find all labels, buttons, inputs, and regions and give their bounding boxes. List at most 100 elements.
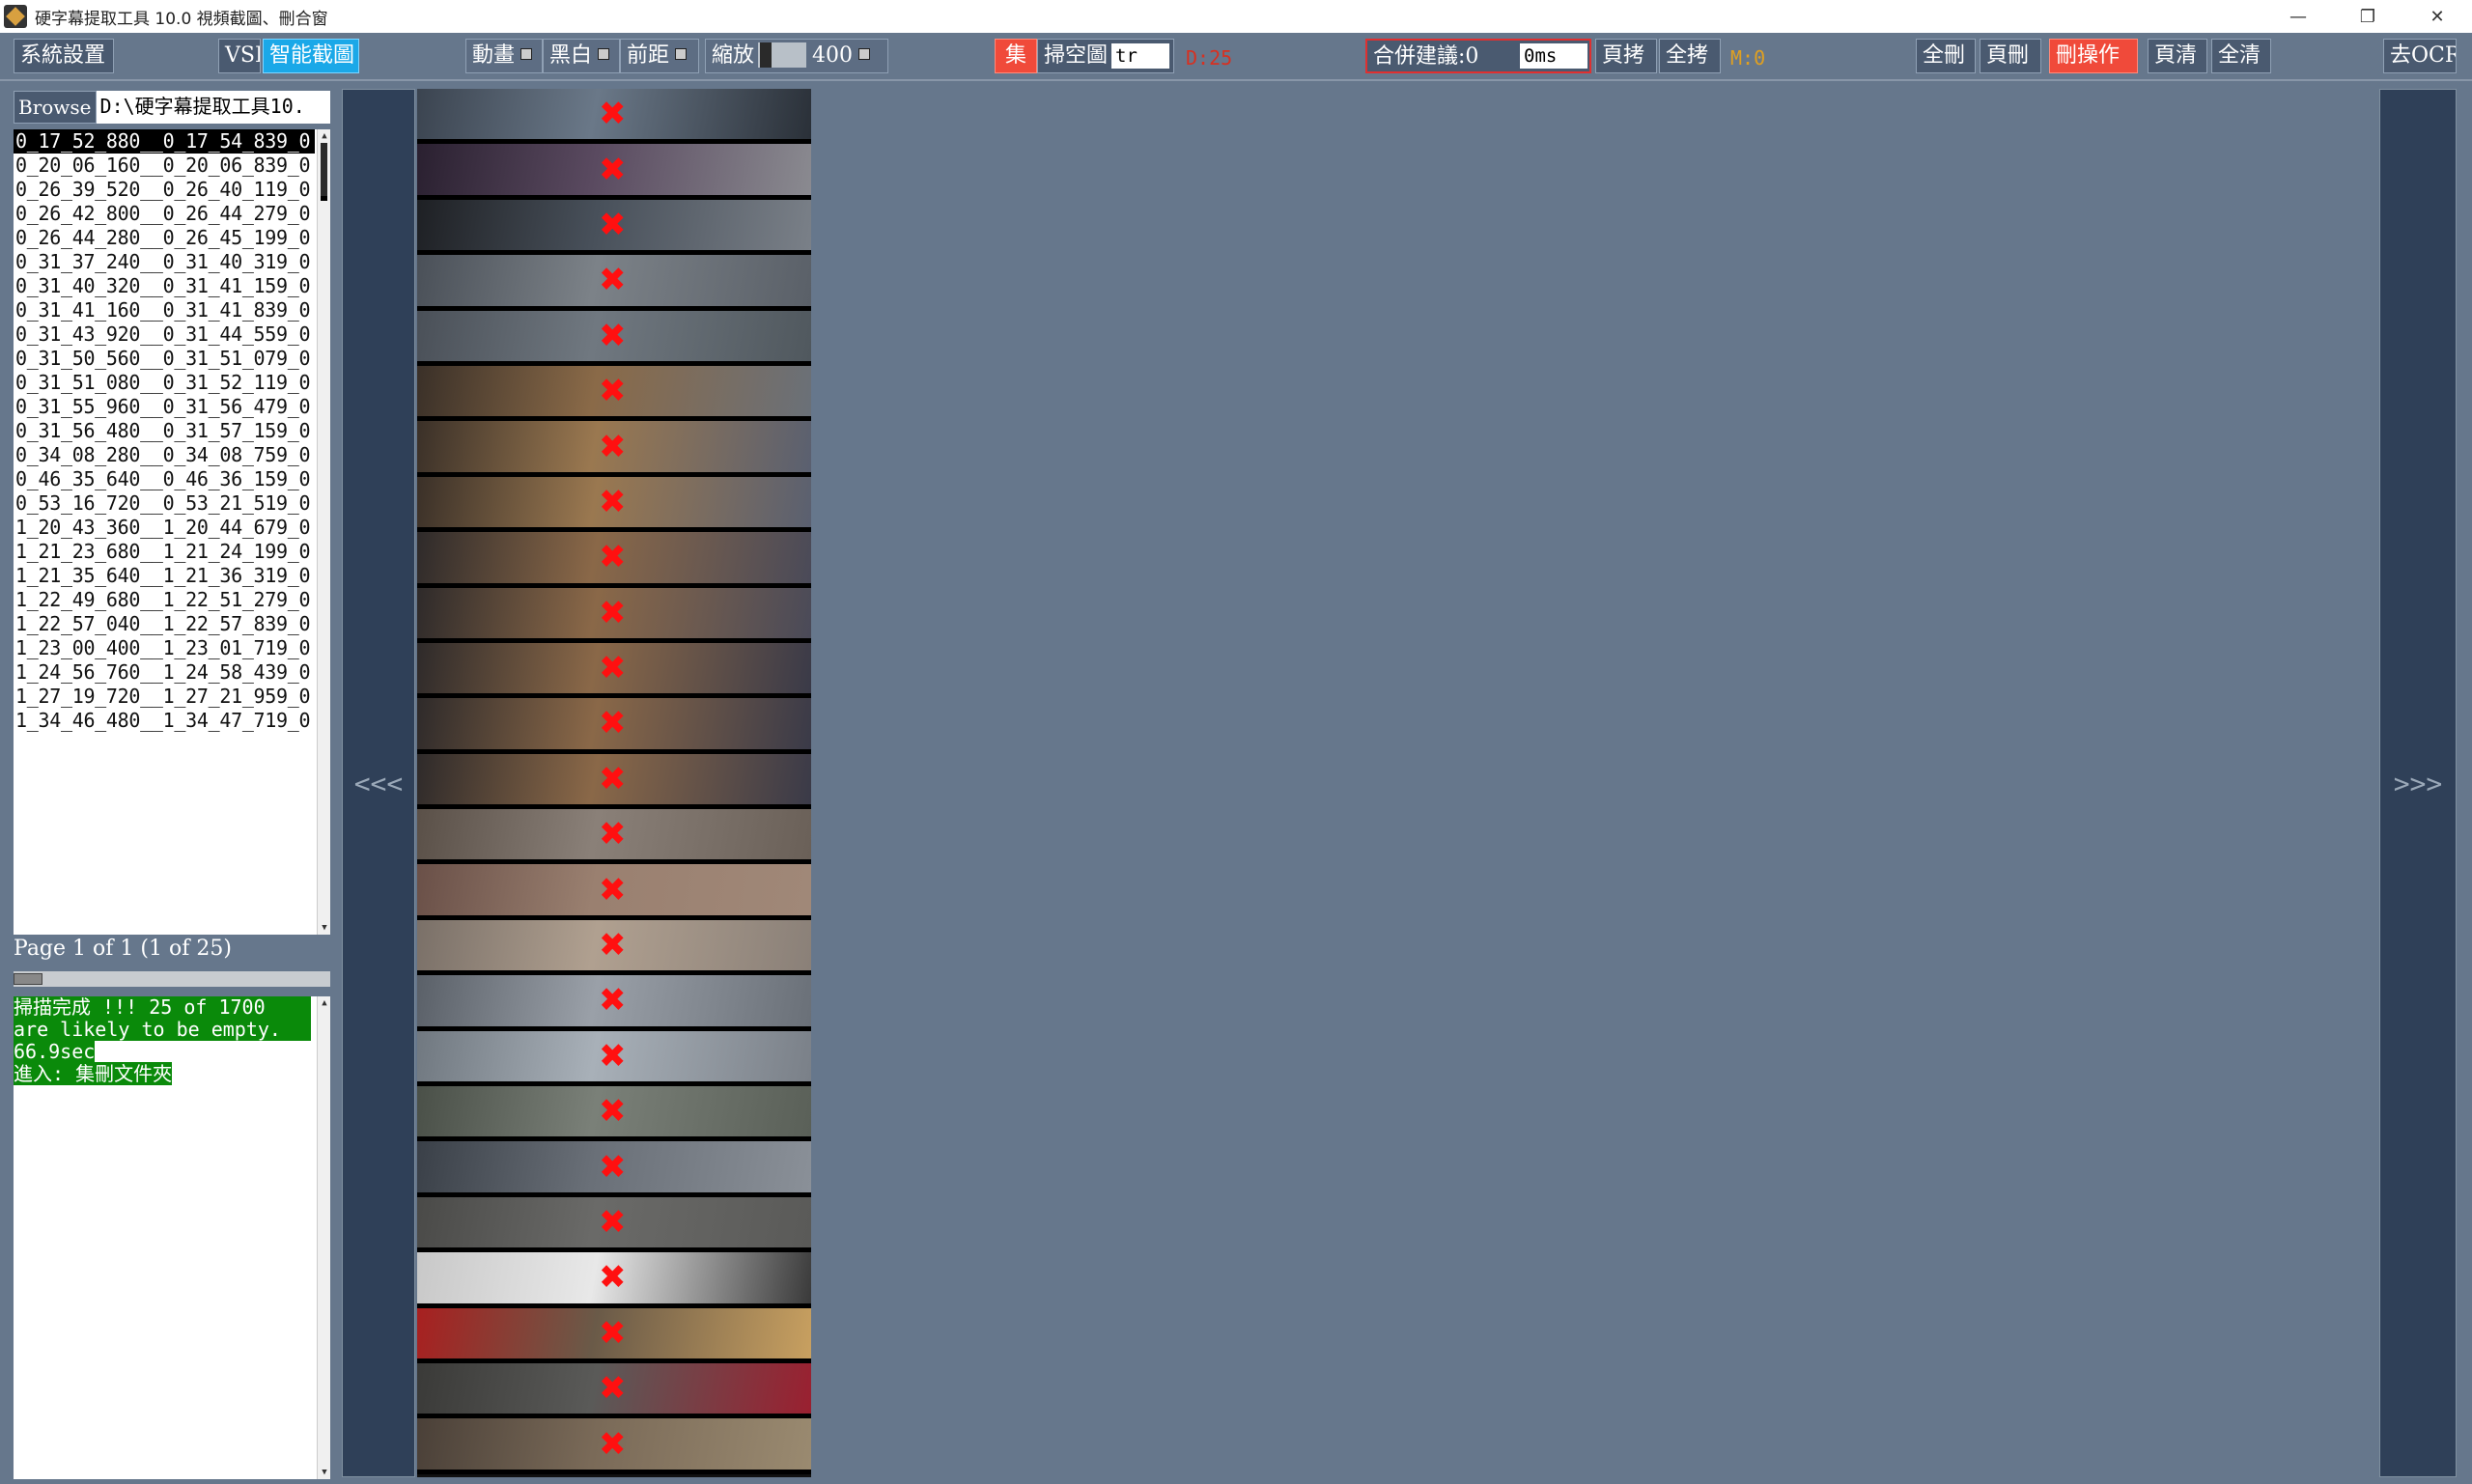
file-list-item[interactable]: 0_17_52_880__0_17_54_839_0 xyxy=(14,129,315,154)
all-delete-button[interactable]: 全刪 xyxy=(1916,39,1976,73)
subtitle-thumbnail[interactable]: ✖ xyxy=(417,1141,811,1197)
file-list-item[interactable]: 0_46_35_640__0_46_36_159_0 xyxy=(14,467,315,491)
file-list-item[interactable]: 0_31_37_240__0_31_40_319_0 xyxy=(14,250,315,274)
page-delete-button[interactable]: 頁刪 xyxy=(1980,39,2041,73)
delete-mark-icon[interactable]: ✖ xyxy=(599,1206,627,1239)
settings-button[interactable]: 系統設置 xyxy=(14,39,114,73)
delete-mark-icon[interactable]: ✖ xyxy=(599,1151,627,1184)
delete-mark-icon[interactable]: ✖ xyxy=(599,154,627,186)
subtitle-thumbnail[interactable]: ✖ xyxy=(417,532,811,588)
file-list-item[interactable]: 0_31_51_080__0_31_52_119_0 xyxy=(14,371,315,395)
subtitle-thumbnail[interactable]: ✖ xyxy=(417,476,811,533)
collect-button[interactable]: 集 xyxy=(995,39,1037,73)
subtitle-thumbnail[interactable]: ✖ xyxy=(417,199,811,256)
delete-mark-icon[interactable]: ✖ xyxy=(599,486,627,518)
file-list-item[interactable]: 1_34_46_480__1_34_47_719_0 xyxy=(14,709,315,733)
delete-mark-icon[interactable]: ✖ xyxy=(599,818,627,851)
zoom-slider-thumb[interactable] xyxy=(760,42,772,68)
delete-mark-icon[interactable]: ✖ xyxy=(599,1428,627,1461)
bw-check-icon[interactable] xyxy=(598,48,610,60)
scroll-up-icon[interactable]: ▲ xyxy=(320,131,329,141)
log-scrollbar[interactable]: ▲ ▼ xyxy=(317,996,330,1479)
file-list-item[interactable]: 1_22_49_680__1_22_51_279_0 xyxy=(14,588,315,612)
all-clear-button[interactable]: 全清 xyxy=(2211,39,2271,73)
page-clear-button[interactable]: 頁清 xyxy=(2148,39,2207,73)
merge-ms-spinner[interactable]: 0ms xyxy=(1520,43,1587,69)
file-list-scroll-thumb[interactable] xyxy=(321,143,327,201)
delete-mark-icon[interactable]: ✖ xyxy=(599,1261,627,1294)
delete-mark-icon[interactable]: ✖ xyxy=(599,652,627,685)
animation-checkbox[interactable]: 動畫 xyxy=(465,39,543,73)
close-button[interactable]: ✕ xyxy=(2402,0,2472,33)
smart-capture-button[interactable]: 智能截圖 xyxy=(263,39,359,73)
subtitle-thumbnail[interactable]: ✖ xyxy=(417,1362,811,1419)
delete-mark-icon[interactable]: ✖ xyxy=(599,1317,627,1350)
maximize-button[interactable]: ❐ xyxy=(2333,0,2402,33)
subtitle-thumbnail[interactable]: ✖ xyxy=(417,809,811,865)
file-list-item[interactable]: 0_31_55_960__0_31_56_479_0 xyxy=(14,395,315,419)
file-list-item[interactable]: 1_21_23_680__1_21_24_199_0 xyxy=(14,540,315,564)
delete-mark-icon[interactable]: ✖ xyxy=(599,98,627,130)
delete-mark-icon[interactable]: ✖ xyxy=(599,763,627,796)
bw-checkbox[interactable]: 黑白 xyxy=(543,39,620,73)
all-copy-button[interactable]: 全拷 xyxy=(1659,39,1721,73)
file-list-item[interactable]: 1_21_35_640__1_21_36_319_0 xyxy=(14,564,315,588)
subtitle-thumbnail[interactable]: ✖ xyxy=(417,421,811,477)
subtitle-thumbnail[interactable]: ✖ xyxy=(417,365,811,422)
scroll-down-icon[interactable]: ▼ xyxy=(320,923,329,933)
subtitle-thumbnail[interactable]: ✖ xyxy=(417,698,811,754)
scroll-up-icon[interactable]: ▲ xyxy=(320,998,329,1008)
subtitle-thumbnail[interactable]: ✖ xyxy=(417,1196,811,1253)
animation-check-icon[interactable] xyxy=(520,48,533,60)
file-list-item[interactable]: 0_26_42_800__0_26_44_279_0 xyxy=(14,202,315,226)
delete-mark-icon[interactable]: ✖ xyxy=(599,707,627,740)
file-list-item[interactable]: 0_20_06_160__0_20_06_839_0 xyxy=(14,154,315,178)
delete-mark-icon[interactable]: ✖ xyxy=(599,929,627,962)
subtitle-thumbnail[interactable]: ✖ xyxy=(417,919,811,976)
minimize-button[interactable]: — xyxy=(2263,0,2333,33)
file-list[interactable]: 0_17_52_880__0_17_54_839_0 0_20_06_160__0… xyxy=(14,129,330,935)
file-list-item[interactable]: 1_23_00_400__1_23_01_719_0 xyxy=(14,636,315,660)
file-list-item[interactable]: 0_26_39_520__0_26_40_119_0 xyxy=(14,178,315,202)
front-margin-checkbox[interactable]: 前距 xyxy=(620,39,699,73)
file-list-item[interactable]: 0_53_16_720__0_53_21_519_0 xyxy=(14,491,315,516)
subtitle-thumbnail[interactable]: ✖ xyxy=(417,255,811,311)
delete-mark-icon[interactable]: ✖ xyxy=(599,541,627,574)
subtitle-thumbnail[interactable]: ✖ xyxy=(417,975,811,1031)
vsf-button[interactable]: VSF xyxy=(218,39,261,73)
delete-mark-icon[interactable]: ✖ xyxy=(599,431,627,463)
scroll-down-icon[interactable]: ▼ xyxy=(320,1468,329,1477)
subtitle-thumbnail[interactable]: ✖ xyxy=(417,864,811,920)
scan-empty-label[interactable]: 掃空圖 xyxy=(1044,43,1108,68)
file-list-item[interactable]: 0_31_50_560__0_31_51_079_0 xyxy=(14,347,315,371)
subtitle-thumbnail[interactable]: ✖ xyxy=(417,753,811,810)
delete-mark-icon[interactable]: ✖ xyxy=(599,874,627,907)
subtitle-thumbnail[interactable]: ✖ xyxy=(417,587,811,643)
path-field[interactable]: D:\硬字幕提取工具10. xyxy=(96,91,330,124)
file-list-item[interactable]: 0_31_40_320__0_31_41_159_0 xyxy=(14,274,315,298)
delete-mark-icon[interactable]: ✖ xyxy=(599,264,627,296)
delete-mark-icon[interactable]: ✖ xyxy=(599,375,627,407)
subtitle-thumbnail[interactable]: ✖ xyxy=(417,310,811,366)
file-list-item[interactable]: 1_27_19_720__1_27_21_959_0 xyxy=(14,685,315,709)
subtitle-thumbnail[interactable]: ✖ xyxy=(417,642,811,699)
delete-mark-icon[interactable]: ✖ xyxy=(599,1040,627,1073)
browse-button[interactable]: Browse xyxy=(14,91,97,124)
page-copy-button[interactable]: 頁拷 xyxy=(1595,39,1657,73)
delete-mark-icon[interactable]: ✖ xyxy=(599,984,627,1017)
delete-mark-icon[interactable]: ✖ xyxy=(599,1095,627,1128)
delete-mark-icon[interactable]: ✖ xyxy=(599,1372,627,1405)
delete-operation-button[interactable]: 刪操作 xyxy=(2049,39,2138,73)
file-list-item[interactable]: 1_24_56_760__1_24_58_439_0 xyxy=(14,660,315,685)
file-list-item[interactable]: 0_31_41_160__0_31_41_839_0 xyxy=(14,298,315,322)
file-list-item[interactable]: 0_31_56_480__0_31_57_159_0 xyxy=(14,419,315,443)
subtitle-thumbnail[interactable]: ✖ xyxy=(417,1030,811,1087)
zoom-check-icon[interactable] xyxy=(858,48,871,60)
scan-mode-select[interactable]: tr xyxy=(1111,43,1170,69)
file-list-item[interactable]: 1_20_43_360__1_20_44_679_0 xyxy=(14,516,315,540)
subtitle-thumbnail[interactable]: ✖ xyxy=(417,1418,811,1474)
subtitle-thumbnail[interactable]: ✖ xyxy=(417,144,811,200)
subtitle-thumbnail[interactable]: ✖ xyxy=(417,89,811,145)
front-margin-check-icon[interactable] xyxy=(675,48,688,60)
delete-mark-icon[interactable]: ✖ xyxy=(599,209,627,241)
